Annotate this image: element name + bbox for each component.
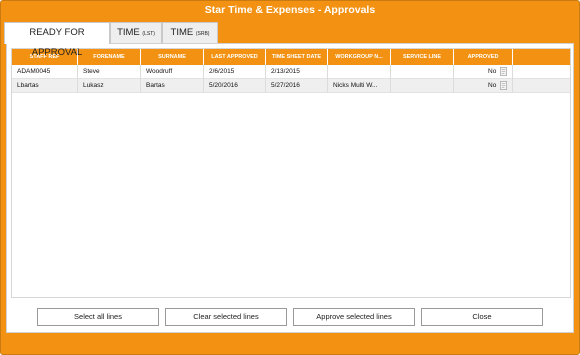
tab-time-srb[interactable]: TIME (SRB)	[162, 22, 218, 43]
column-header-last-approved[interactable]: LAST APPROVED	[204, 49, 266, 65]
tab-panel: STAFF REF FORENAME SURNAME LAST APPROVED…	[6, 43, 574, 333]
table-row[interactable]: ADAM0045 Steve Woodruff 2/6/2015 2/13/20…	[12, 65, 570, 79]
tab-label: TIME	[170, 27, 194, 38]
cell-time-sheet-date: 2/13/2015	[266, 65, 328, 79]
cell-surname: Bartas	[141, 79, 204, 93]
column-header-forename[interactable]: FORENAME	[78, 49, 141, 65]
cell-time-sheet-date: 5/27/2016	[266, 79, 328, 93]
approvals-grid: STAFF REF FORENAME SURNAME LAST APPROVED…	[11, 48, 571, 298]
table-row[interactable]: Lbartas Lukasz Bartas 5/20/2016 5/27/201…	[12, 79, 570, 93]
approve-selected-lines-button[interactable]: Approve selected lines	[293, 308, 415, 326]
column-header-approved[interactable]: APPROVED	[454, 49, 513, 65]
cell-service-line	[391, 79, 454, 93]
document-icon[interactable]	[499, 67, 508, 76]
cell-forename: Lukasz	[78, 79, 141, 93]
tab-ready-for-approval[interactable]: READY FOR APPROVAL	[4, 22, 110, 58]
tab-time-lst[interactable]: TIME (LST)	[110, 22, 162, 43]
cell-last-approved: 2/6/2015	[204, 65, 266, 79]
cell-surname: Woodruff	[141, 65, 204, 79]
tab-label: READY FOR APPROVAL	[29, 27, 85, 58]
clear-selected-lines-button[interactable]: Clear selected lines	[165, 308, 287, 326]
document-icon[interactable]	[499, 81, 508, 90]
approved-value: No	[488, 82, 497, 89]
cell-approved: No	[454, 65, 513, 79]
tab-sub-label: (SRB)	[195, 31, 210, 37]
column-header-time-sheet-date[interactable]: TIME SHEET DATE	[266, 49, 328, 65]
table-header: STAFF REF FORENAME SURNAME LAST APPROVED…	[12, 49, 570, 65]
cell-forename: Steve	[78, 65, 141, 79]
tab-label: TIME	[117, 27, 140, 38]
cell-workgroup: Nicks Multi W...	[328, 79, 391, 93]
cell-staff-ref: ADAM0045	[12, 65, 78, 79]
approved-value: No	[488, 68, 497, 75]
approvals-window: Star Time & Expenses - Approvals READY F…	[0, 0, 580, 355]
cell-approved: No	[454, 79, 513, 93]
column-header-surname[interactable]: SURNAME	[141, 49, 204, 65]
cell-service-line	[391, 65, 454, 79]
tab-sub-label: (LST)	[142, 31, 155, 37]
column-header-workgroup[interactable]: WORKGROUP N...	[328, 49, 391, 65]
cell-workgroup	[328, 65, 391, 79]
cell-staff-ref: Lbartas	[12, 79, 78, 93]
select-all-lines-button[interactable]: Select all lines	[37, 308, 159, 326]
cell-last-approved: 5/20/2016	[204, 79, 266, 93]
window-title: Star Time & Expenses - Approvals	[204, 4, 376, 16]
column-header-service-line[interactable]: SERVICE LINE	[391, 49, 454, 65]
close-button[interactable]: Close	[421, 308, 543, 326]
